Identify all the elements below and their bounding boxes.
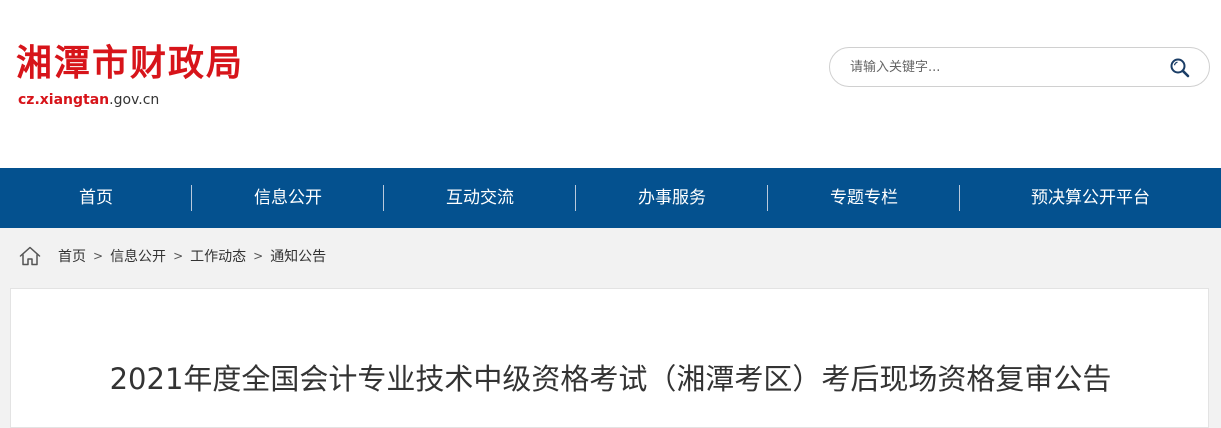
breadcrumb-item-home[interactable]: 首页 [58, 246, 86, 266]
nav-item-budget-platform[interactable]: 预决算公开平台 [960, 168, 1221, 228]
site-logo-title[interactable]: 湘潭市财政局 [16, 40, 244, 88]
nav-item-special-topics[interactable]: 专题专栏 [768, 168, 960, 228]
site-domain-rest: .gov.cn [109, 92, 160, 108]
site-domain-accent: cz.xiangtan [18, 92, 110, 108]
search-icon[interactable] [1169, 57, 1191, 79]
nav-item-services[interactable]: 办事服务 [576, 168, 768, 228]
site-header: 湘潭市财政局 cz.xiangtan.gov.cn [0, 0, 1221, 168]
site-domain: cz.xiangtan.gov.cn [18, 91, 159, 109]
breadcrumb: 首页 > 信息公开 > 工作动态 > 通知公告 [18, 242, 326, 270]
breadcrumb-separator: > [253, 249, 264, 263]
nav-item-home[interactable]: 首页 [0, 168, 192, 228]
search-box [829, 47, 1210, 87]
breadcrumb-item-info-disclosure[interactable]: 信息公开 [110, 246, 166, 266]
article-panel: 2021年度全国会计专业技术中级资格考试（湘潭考区）考后现场资格复审公告 [10, 288, 1209, 428]
main-nav: 首页 信息公开 互动交流 办事服务 专题专栏 预决算公开平台 [0, 168, 1221, 228]
search-input[interactable] [850, 56, 1150, 78]
breadcrumb-separator: > [173, 249, 184, 263]
nav-item-interaction[interactable]: 互动交流 [384, 168, 576, 228]
article-title: 2021年度全国会计专业技术中级资格考试（湘潭考区）考后现场资格复审公告 [109, 362, 1112, 396]
nav-item-info-disclosure[interactable]: 信息公开 [192, 168, 384, 228]
breadcrumb-item-work-news[interactable]: 工作动态 [190, 246, 246, 266]
breadcrumb-separator: > [93, 249, 104, 263]
home-icon[interactable] [18, 244, 42, 268]
breadcrumb-item-notices[interactable]: 通知公告 [270, 246, 326, 266]
